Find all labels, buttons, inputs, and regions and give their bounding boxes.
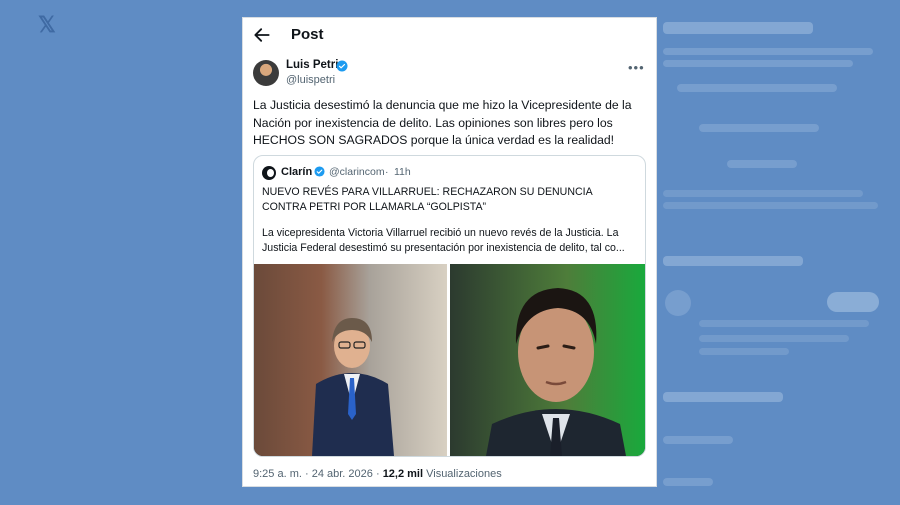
post-meta: 9:25 a. m. · 24 abr. 2026 · 12,2 mil Vis… xyxy=(253,468,502,480)
arrow-left-icon[interactable] xyxy=(252,25,272,45)
post-date[interactable]: 24 abr. 2026 xyxy=(312,468,373,480)
views-label[interactable]: Visualizaciones xyxy=(426,468,502,480)
quote-separator: · xyxy=(385,166,389,178)
post-header: Post xyxy=(243,18,656,52)
post-time[interactable]: 9:25 a. m. xyxy=(253,468,302,480)
more-dots-icon[interactable]: ••• xyxy=(628,60,645,75)
meta-separator: · xyxy=(304,468,309,480)
author-avatar[interactable] xyxy=(253,60,279,86)
quote-image[interactable] xyxy=(254,264,645,456)
background-x-logo: 𝕏 xyxy=(38,12,56,37)
quote-author-name: Clarín xyxy=(281,166,313,178)
quote-body: La vicepresidenta Victoria Villarruel re… xyxy=(262,227,625,254)
quote-author-handle: @clarincom xyxy=(329,166,385,178)
post-dialog: Post Luis Petri @luispetri ••• La Justic… xyxy=(243,18,656,486)
author-handle[interactable]: @luispetri xyxy=(286,74,335,86)
background-sidebar xyxy=(655,0,900,505)
author-name[interactable]: Luis Petri xyxy=(286,59,338,71)
quote-timestamp: 11h xyxy=(394,166,411,178)
person-left-illustration xyxy=(312,318,394,456)
person-right-illustration xyxy=(486,288,626,456)
meta-separator: · xyxy=(375,468,380,480)
post-text: La Justicia desestimó la denuncia que me… xyxy=(253,98,632,147)
quoted-post[interactable]: Clarín @clarincom · 11h NUEVO REVÉS PARA… xyxy=(253,155,646,457)
clarin-avatar xyxy=(262,166,276,180)
verified-badge-icon xyxy=(336,60,348,72)
quote-headline: NUEVO REVÉS PARA VILLARRUEL: RECHAZARON … xyxy=(262,186,593,213)
page-title: Post xyxy=(291,26,324,43)
views-count: 12,2 mil xyxy=(382,468,424,480)
verified-badge-icon xyxy=(314,166,325,177)
